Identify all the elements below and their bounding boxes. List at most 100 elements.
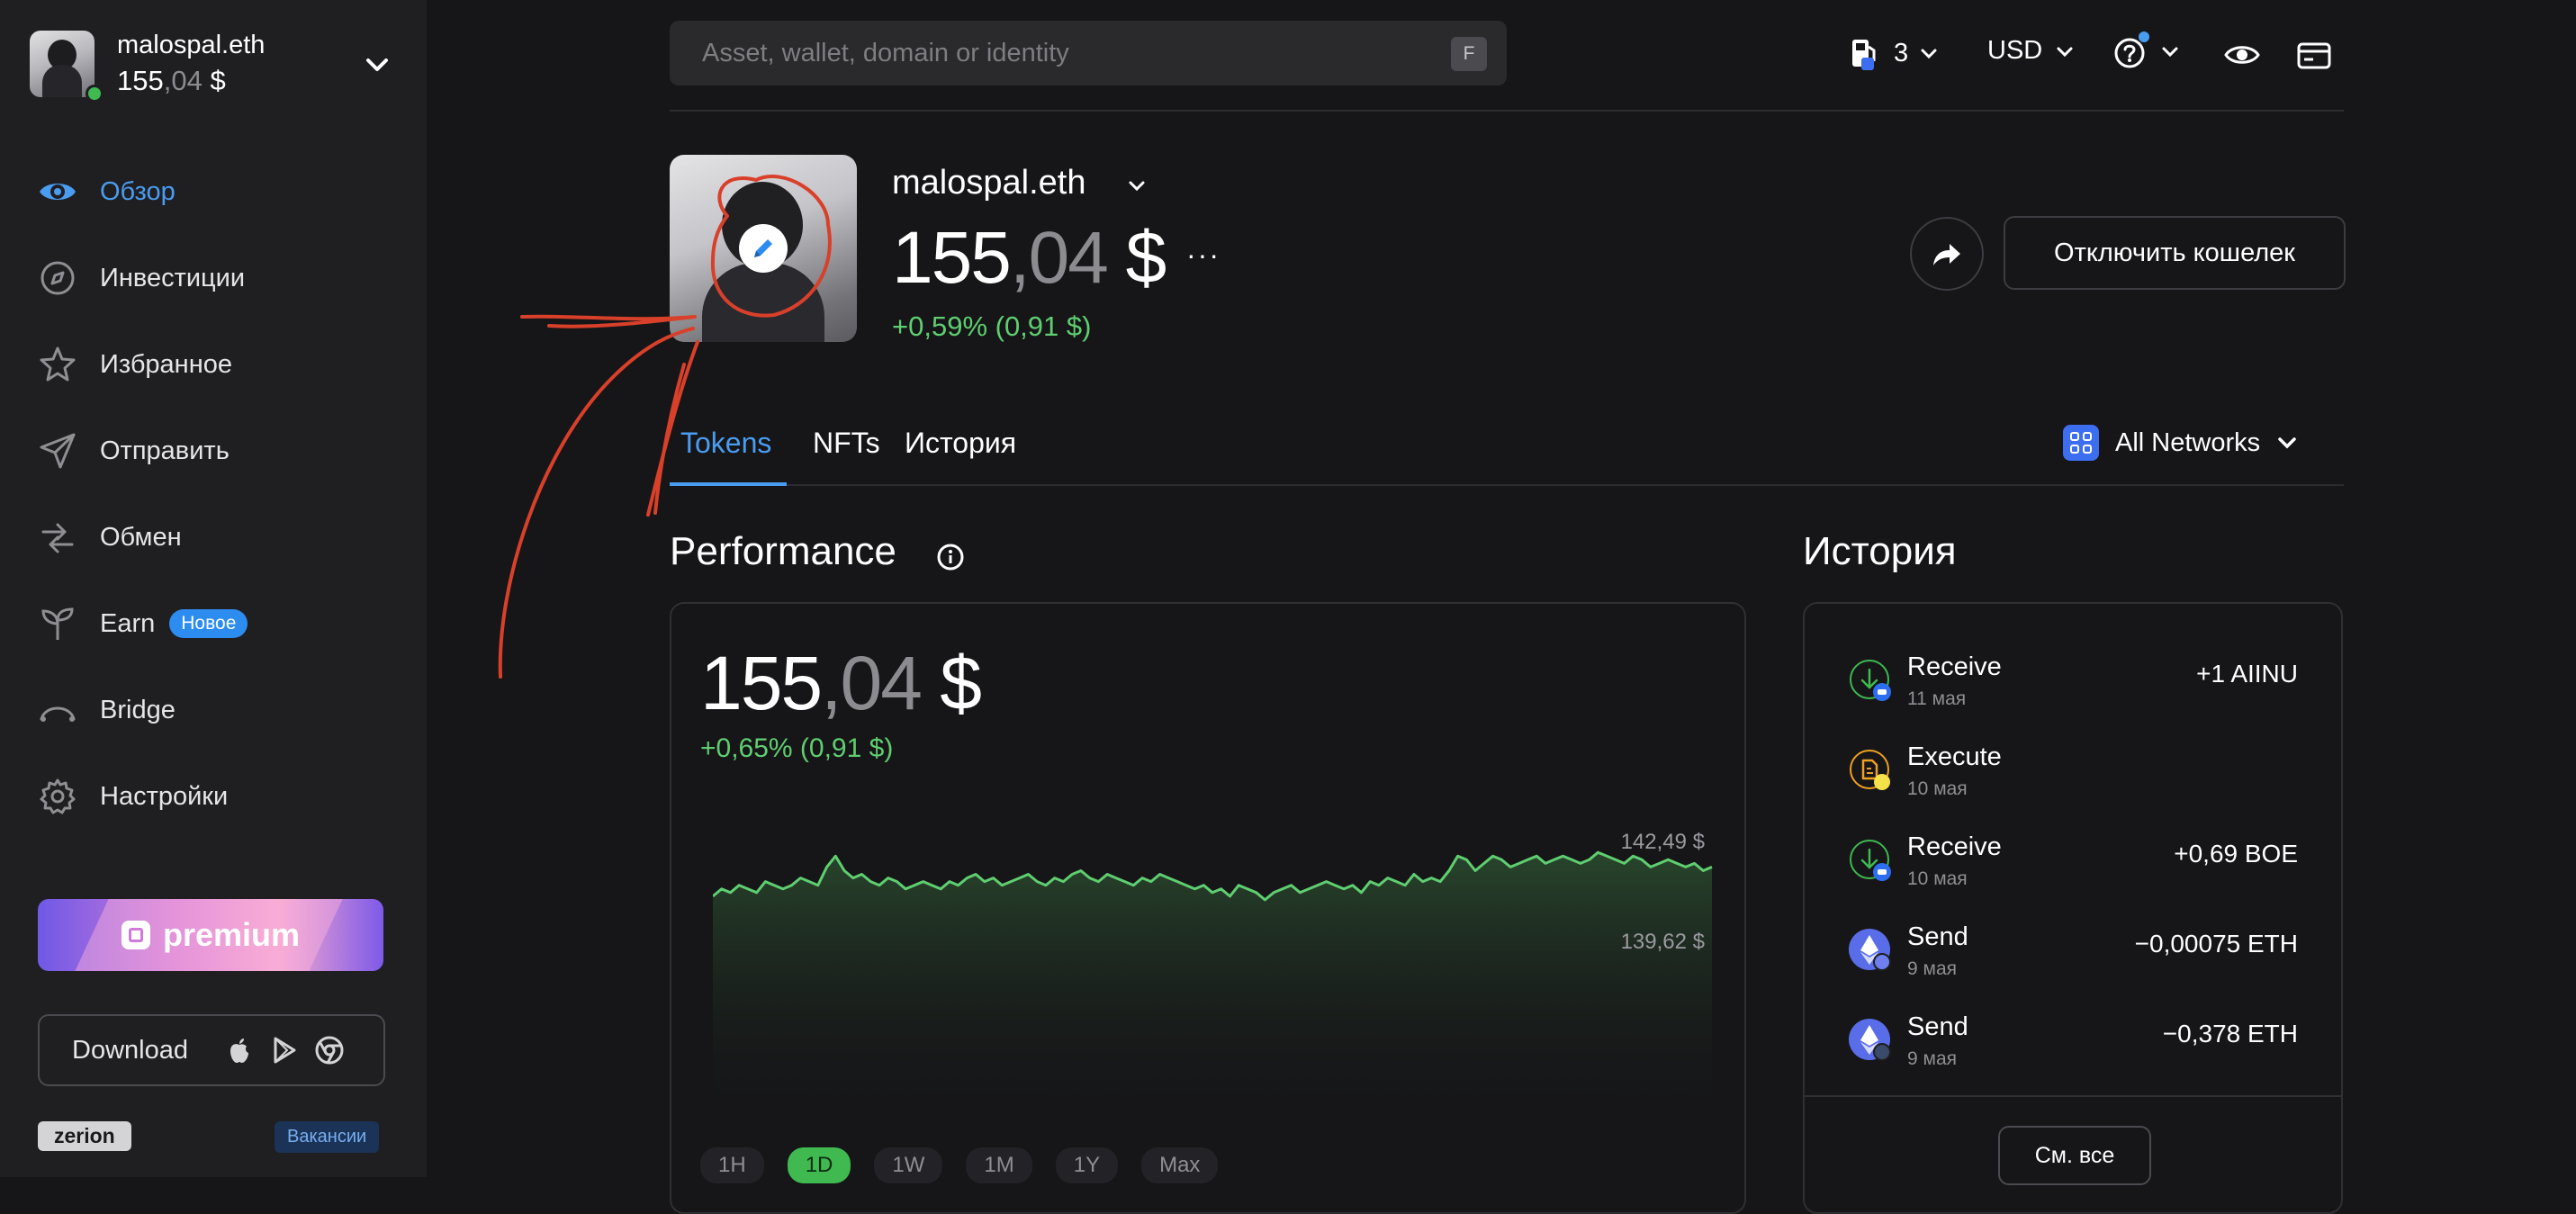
eye-icon — [2224, 46, 2260, 64]
account-switcher[interactable]: malospal.eth 155,04 $ — [30, 31, 408, 103]
history-type: Receive — [1907, 652, 2002, 681]
network-selector[interactable]: All Networks — [2063, 425, 2301, 461]
eth-send-icon — [1849, 1019, 1891, 1061]
chevron-down-icon[interactable] — [361, 49, 393, 81]
tab-tokens[interactable]: Tokens — [680, 427, 771, 460]
swap-icon — [41, 523, 74, 553]
download-label: Download — [72, 1035, 188, 1065]
sidebar-item-favorites[interactable]: Избранное — [38, 341, 398, 388]
sidebar-item-label: Обзор — [100, 176, 176, 206]
share-button[interactable] — [1910, 217, 1984, 291]
search-input[interactable] — [700, 37, 1406, 69]
tab-history[interactable]: История — [905, 427, 1016, 460]
play-store-icon[interactable] — [269, 1035, 300, 1066]
sidebar-item-settings[interactable]: Настройки — [38, 773, 398, 820]
range-selector: 1H 1D 1W 1M 1Y Max — [700, 1147, 1219, 1183]
profile-avatar[interactable] — [670, 155, 857, 342]
gas-selector[interactable]: 3 — [1847, 34, 1942, 72]
eth-send-icon — [1849, 929, 1891, 971]
sidebar-item-investments[interactable]: Инвестиции — [38, 255, 398, 301]
pencil-icon — [754, 239, 772, 257]
hide-balance-button[interactable] — [2223, 36, 2261, 74]
history-card: Receive 11 мая +1 AIINU Execute 10 мая R… — [1803, 602, 2343, 1214]
sidebar-item-label: Отправить — [100, 436, 230, 465]
history-amount: +1 AIINU — [2196, 660, 2298, 688]
chart-low-label: 139,62 $ — [1621, 930, 1705, 954]
history-type: Execute — [1907, 742, 2002, 771]
wallet-card-button[interactable] — [2295, 36, 2333, 74]
edit-avatar-button[interactable] — [739, 224, 788, 273]
range-1h[interactable]: 1H — [700, 1147, 764, 1183]
profile-change: +0,59% (0,91 $) — [892, 310, 1092, 342]
history-date: 10 мая — [1907, 778, 1968, 799]
history-divider — [1805, 1095, 2341, 1097]
history-date: 9 мая — [1907, 958, 1958, 979]
chevron-down-icon — [1921, 49, 1937, 59]
performance-title: Performance — [670, 529, 896, 573]
gas-pump-icon — [1852, 40, 1876, 70]
sprout-icon — [41, 607, 74, 640]
premium-label: premium — [162, 916, 301, 953]
sidebar-item-earn[interactable]: Earn Новое — [38, 600, 398, 647]
range-1w[interactable]: 1W — [874, 1147, 943, 1183]
chevron-down-icon — [2057, 47, 2073, 57]
compass-icon — [41, 261, 75, 295]
range-max[interactable]: Max — [1141, 1147, 1219, 1183]
history-type: Send — [1907, 922, 1968, 951]
apple-icon[interactable] — [224, 1035, 255, 1066]
networks-icon — [2063, 425, 2099, 461]
eye-icon — [40, 184, 76, 200]
see-all-button[interactable]: См. все — [1998, 1126, 2151, 1185]
premium-banner[interactable]: premium — [38, 899, 383, 971]
sidebar: malospal.eth 155,04 $ Обзор Инвестиции И… — [0, 0, 427, 1177]
search-shortcut-key: F — [1451, 37, 1487, 71]
history-row[interactable]: Receive 11 мая +1 AIINU — [1848, 649, 2298, 721]
disconnect-wallet-button[interactable]: Отключить кошелек — [2004, 216, 2346, 290]
history-row[interactable]: Execute 10 мая — [1848, 739, 2298, 811]
sidebar-item-swap[interactable]: Обмен — [38, 514, 398, 561]
history-type: Send — [1907, 1012, 1968, 1041]
chrome-icon[interactable] — [314, 1035, 345, 1066]
sidebar-item-overview[interactable]: Обзор — [38, 168, 398, 215]
networks-label: All Networks — [2115, 427, 2261, 457]
star-icon — [40, 346, 76, 382]
history-row[interactable]: Send 9 мая −0,378 ETH — [1848, 1009, 2298, 1081]
history-row[interactable]: Receive 10 мая +0,69 BOE — [1848, 829, 2298, 901]
currency-selector[interactable]: USD — [1987, 36, 2078, 66]
download-button[interactable]: Download — [38, 1014, 385, 1086]
more-options-button[interactable]: ··· — [1186, 238, 1220, 272]
performance-chart[interactable]: 142,49 $ 139,62 $ — [713, 820, 1721, 1126]
tabs-divider — [670, 484, 2344, 486]
range-1d[interactable]: 1D — [787, 1147, 851, 1183]
sidebar-item-label: Инвестиции — [100, 263, 246, 292]
sidebar-item-label: Настройки — [100, 781, 229, 811]
zerion-logo: zerion — [38, 1121, 131, 1151]
tab-nfts[interactable]: NFTs — [813, 427, 880, 460]
avatar — [30, 31, 95, 97]
search-bar[interactable]: F — [670, 21, 1507, 85]
annotation-arrow — [498, 327, 695, 679]
range-1y[interactable]: 1Y — [1055, 1147, 1119, 1183]
help-menu[interactable] — [2112, 31, 2184, 72]
sidebar-item-bridge[interactable]: Bridge — [38, 687, 398, 733]
performance-value: 155,04 $ — [700, 641, 982, 725]
chevron-down-icon — [2278, 437, 2296, 449]
sidebar-item-label: Bridge — [100, 695, 176, 724]
sidebar-item-send[interactable]: Отправить — [38, 427, 398, 474]
history-amount: −0,378 ETH — [2162, 1020, 2298, 1048]
history-title: История — [1803, 529, 1957, 573]
chevron-down-icon[interactable] — [1123, 173, 1150, 200]
history-date: 9 мая — [1907, 1048, 1958, 1069]
jobs-link[interactable]: Вакансии — [275, 1121, 380, 1153]
history-row[interactable]: Send 9 мая −0,00075 ETH — [1848, 919, 2298, 991]
receive-icon — [1850, 660, 1891, 701]
history-date: 11 мая — [1907, 688, 1967, 709]
history-amount: +0,69 BOE — [2174, 840, 2298, 868]
gas-value: 3 — [1894, 38, 1909, 67]
online-status-dot — [86, 85, 104, 103]
info-icon[interactable] — [936, 543, 965, 571]
execute-icon — [1850, 750, 1890, 790]
card-icon — [2297, 42, 2331, 69]
history-amount: −0,00075 ETH — [2134, 930, 2298, 958]
range-1m[interactable]: 1M — [966, 1147, 1032, 1183]
